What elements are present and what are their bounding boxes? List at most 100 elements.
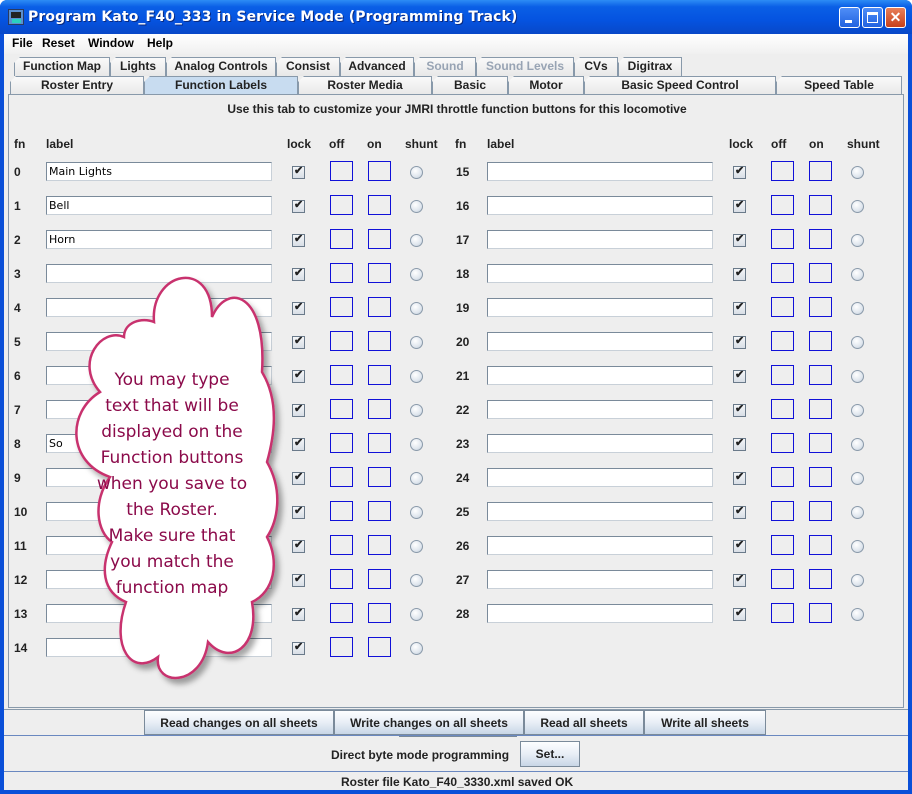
on-image-box[interactable]	[809, 603, 832, 623]
off-image-box[interactable]	[771, 603, 794, 623]
shunt-radio[interactable]	[851, 540, 864, 553]
lock-checkbox[interactable]: ✔	[733, 233, 746, 247]
on-image-box[interactable]	[368, 297, 391, 317]
shunt-radio[interactable]	[851, 200, 864, 213]
lock-checkbox[interactable]: ✔	[292, 539, 305, 553]
on-image-box[interactable]	[809, 195, 832, 215]
function-label-input[interactable]	[487, 502, 713, 521]
lock-checkbox[interactable]: ✔	[292, 573, 305, 587]
lock-checkbox[interactable]: ✔	[733, 267, 746, 281]
write-all-sheets-button[interactable]: Write all sheets	[644, 710, 766, 735]
lock-checkbox[interactable]: ✔	[733, 437, 746, 451]
write-changes-all-sheets-button[interactable]: Write changes on all sheets	[334, 710, 524, 735]
function-label-input[interactable]	[487, 264, 713, 283]
lock-checkbox[interactable]: ✔	[733, 471, 746, 485]
on-image-box[interactable]	[809, 161, 832, 181]
function-label-input[interactable]	[487, 604, 713, 623]
tab-roster-media[interactable]: Roster Media	[298, 76, 432, 95]
lock-checkbox[interactable]: ✔	[292, 369, 305, 383]
lock-checkbox[interactable]: ✔	[292, 301, 305, 315]
off-image-box[interactable]	[771, 331, 794, 351]
menu-help[interactable]: Help	[147, 36, 173, 50]
lock-checkbox[interactable]: ✔	[733, 505, 746, 519]
tab-basic[interactable]: Basic	[432, 76, 508, 95]
title-bar[interactable]: Program Kato_F40_333 in Service Mode (Pr…	[0, 0, 912, 34]
off-image-box[interactable]	[330, 161, 353, 181]
tab-advanced[interactable]: Advanced	[340, 57, 414, 76]
lock-checkbox[interactable]: ✔	[292, 437, 305, 451]
function-label-input[interactable]	[46, 162, 272, 181]
on-image-box[interactable]	[368, 637, 391, 657]
off-image-box[interactable]	[771, 297, 794, 317]
shunt-radio[interactable]	[851, 608, 864, 621]
function-label-input[interactable]	[46, 196, 272, 215]
tab-motor[interactable]: Motor	[508, 76, 584, 95]
off-image-box[interactable]	[330, 569, 353, 589]
function-label-input[interactable]	[487, 366, 713, 385]
off-image-box[interactable]	[771, 195, 794, 215]
off-image-box[interactable]	[330, 195, 353, 215]
on-image-box[interactable]	[368, 535, 391, 555]
shunt-radio[interactable]	[410, 472, 423, 485]
maximize-button[interactable]	[862, 7, 883, 28]
shunt-radio[interactable]	[851, 438, 864, 451]
tab-digitrax[interactable]: Digitrax	[618, 57, 682, 76]
tab-consist[interactable]: Consist	[276, 57, 340, 76]
lock-checkbox[interactable]: ✔	[733, 335, 746, 349]
function-label-input[interactable]	[487, 570, 713, 589]
off-image-box[interactable]	[330, 263, 353, 283]
shunt-radio[interactable]	[410, 302, 423, 315]
on-image-box[interactable]	[368, 467, 391, 487]
on-image-box[interactable]	[368, 365, 391, 385]
shunt-radio[interactable]	[410, 642, 423, 655]
lock-checkbox[interactable]: ✔	[733, 539, 746, 553]
shunt-radio[interactable]	[851, 166, 864, 179]
lock-checkbox[interactable]: ✔	[292, 233, 305, 247]
on-image-box[interactable]	[809, 331, 832, 351]
tab-function-labels[interactable]: Function Labels	[144, 76, 298, 95]
lock-checkbox[interactable]: ✔	[292, 335, 305, 349]
off-image-box[interactable]	[330, 331, 353, 351]
function-label-input[interactable]	[487, 298, 713, 317]
lock-checkbox[interactable]: ✔	[733, 369, 746, 383]
on-image-box[interactable]	[809, 399, 832, 419]
off-image-box[interactable]	[330, 603, 353, 623]
shunt-radio[interactable]	[410, 200, 423, 213]
off-image-box[interactable]	[771, 467, 794, 487]
function-label-input[interactable]	[487, 434, 713, 453]
function-label-input[interactable]	[487, 230, 713, 249]
off-image-box[interactable]	[771, 229, 794, 249]
on-image-box[interactable]	[368, 433, 391, 453]
tab-cvs[interactable]: CVs	[574, 57, 618, 76]
on-image-box[interactable]	[368, 501, 391, 521]
on-image-box[interactable]	[809, 297, 832, 317]
read-changes-all-sheets-button[interactable]: Read changes on all sheets	[144, 710, 334, 735]
shunt-radio[interactable]	[851, 370, 864, 383]
on-image-box[interactable]	[809, 535, 832, 555]
on-image-box[interactable]	[809, 569, 832, 589]
off-image-box[interactable]	[771, 365, 794, 385]
shunt-radio[interactable]	[410, 506, 423, 519]
shunt-radio[interactable]	[851, 472, 864, 485]
menu-file[interactable]: File	[12, 36, 33, 50]
lock-checkbox[interactable]: ✔	[292, 471, 305, 485]
shunt-radio[interactable]	[851, 574, 864, 587]
menu-window[interactable]: Window	[88, 36, 134, 50]
on-image-box[interactable]	[368, 569, 391, 589]
lock-checkbox[interactable]: ✔	[733, 607, 746, 621]
lock-checkbox[interactable]: ✔	[733, 573, 746, 587]
lock-checkbox[interactable]: ✔	[292, 267, 305, 281]
shunt-radio[interactable]	[410, 268, 423, 281]
lock-checkbox[interactable]: ✔	[733, 301, 746, 315]
shunt-radio[interactable]	[851, 234, 864, 247]
on-image-box[interactable]	[368, 603, 391, 623]
on-image-box[interactable]	[809, 501, 832, 521]
shunt-radio[interactable]	[410, 404, 423, 417]
off-image-box[interactable]	[330, 535, 353, 555]
off-image-box[interactable]	[330, 229, 353, 249]
off-image-box[interactable]	[330, 467, 353, 487]
tab-speed-table[interactable]: Speed Table	[776, 76, 902, 95]
shunt-radio[interactable]	[410, 166, 423, 179]
shunt-radio[interactable]	[410, 540, 423, 553]
function-label-input[interactable]	[487, 400, 713, 419]
